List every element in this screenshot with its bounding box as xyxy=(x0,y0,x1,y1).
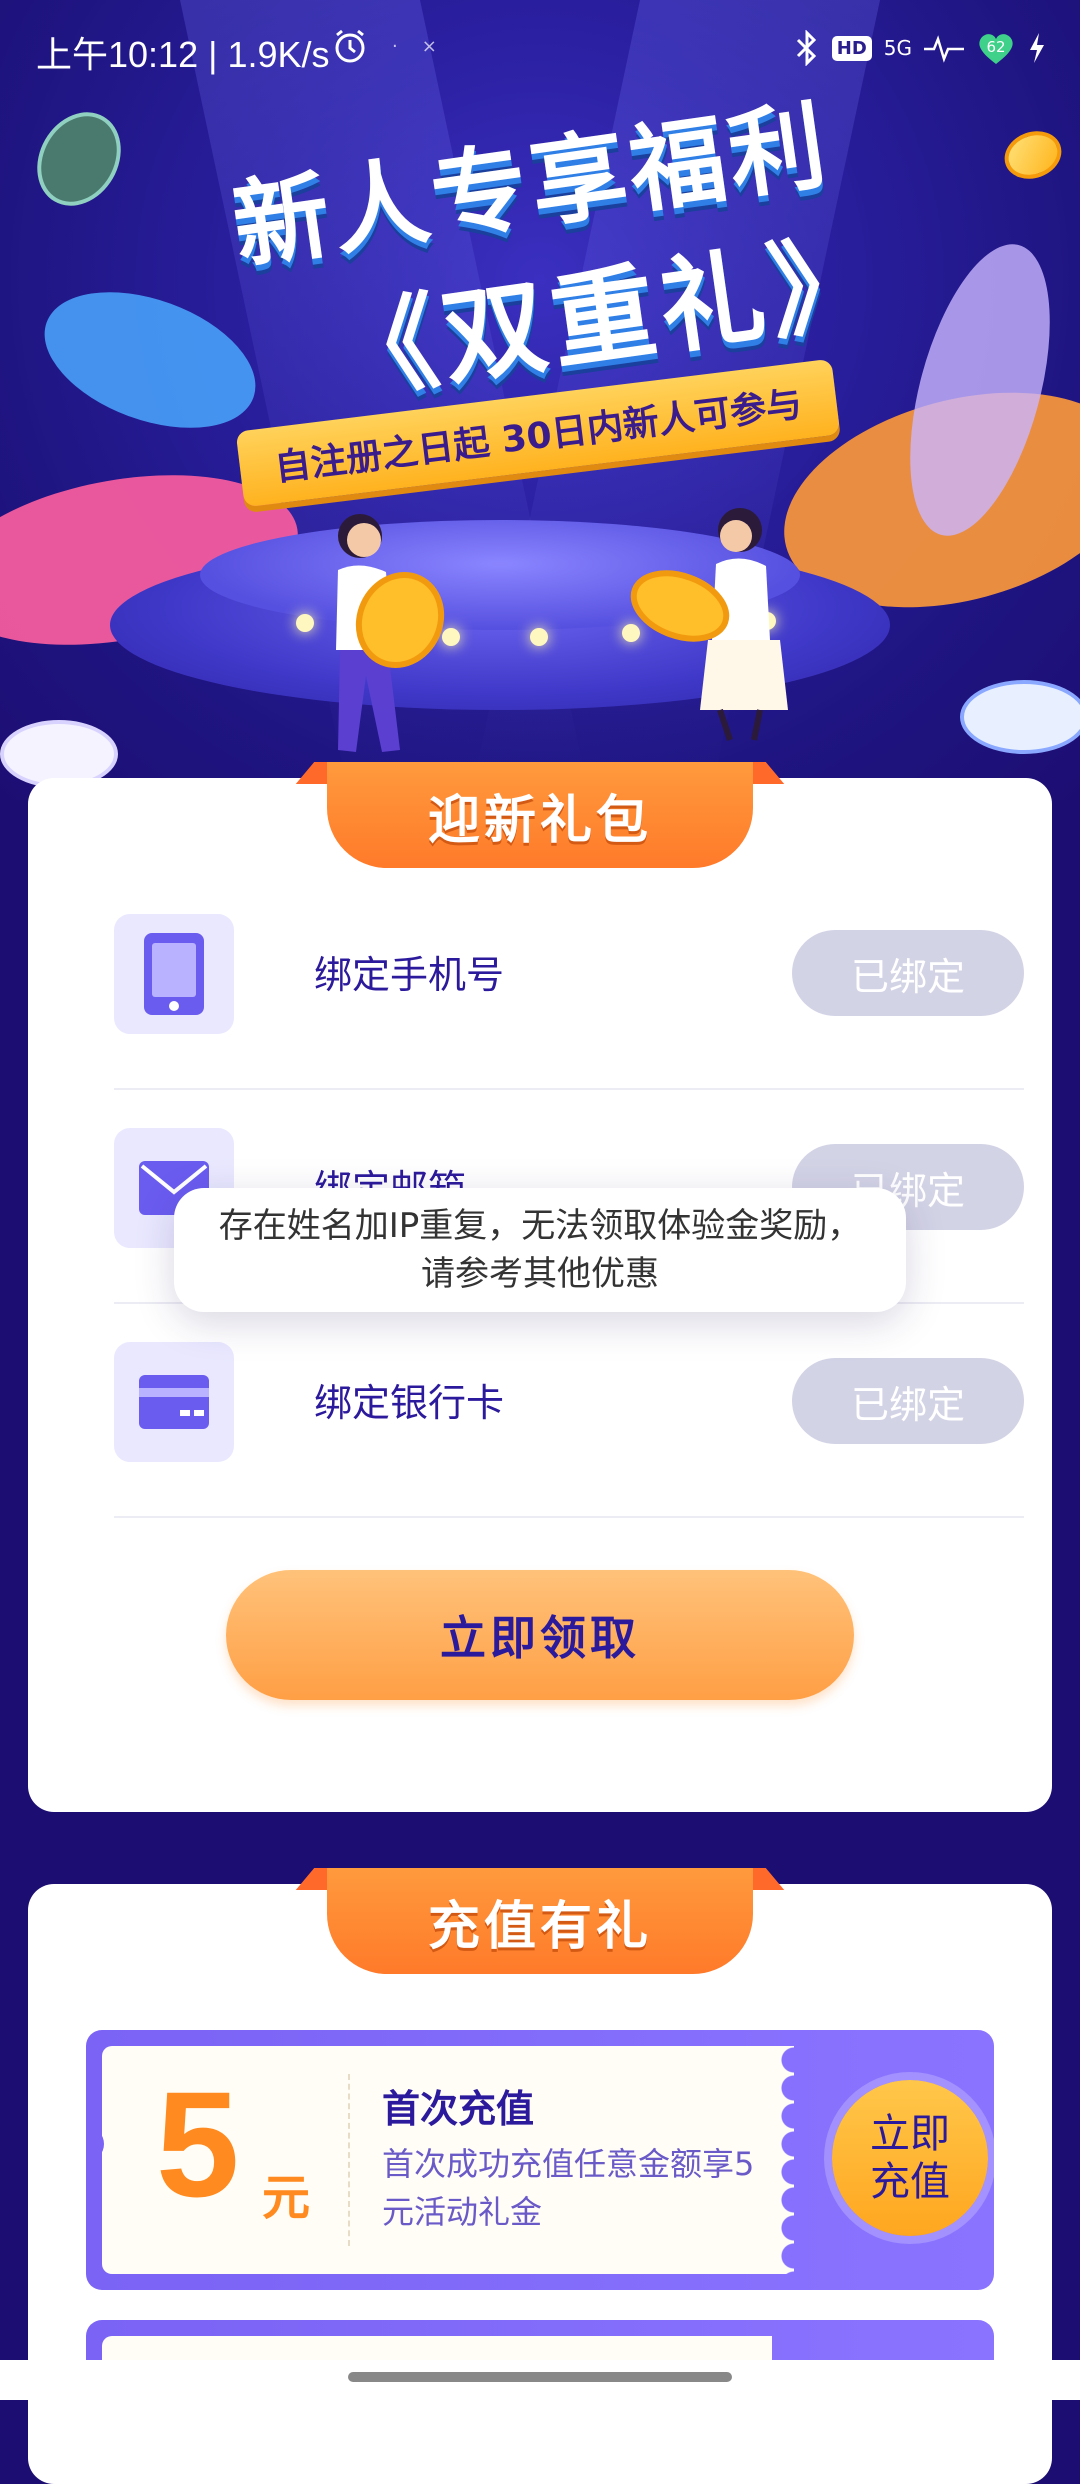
coupon-amount: 5 xyxy=(156,2060,240,2228)
alarm-icon xyxy=(335,29,365,63)
notification-icons: ·× xyxy=(392,36,461,57)
coupon-unit: 元 xyxy=(262,2170,311,2226)
phone-icon xyxy=(144,933,204,1015)
divider xyxy=(114,1516,1024,1518)
coupon-title: 首次充值 xyxy=(382,2087,535,2131)
bind-phone-label: 绑定手机号 xyxy=(314,953,505,997)
list-item: 绑定银行卡 已绑定 xyxy=(86,1304,1024,1518)
coin-icon xyxy=(997,123,1069,187)
recharge-now-button[interactable]: 立即充值 xyxy=(832,2080,988,2236)
heartrate-icon xyxy=(924,35,964,63)
card-header: 充值有礼 xyxy=(295,1868,785,1978)
status-bar: 上午10:12 | 1.9K/s ·× HD 5G 62 xyxy=(0,0,1080,96)
claim-now-button[interactable]: 立即领取 xyxy=(226,1570,854,1700)
bluetooth-icon xyxy=(796,30,816,66)
status-time: 上午10:12 | 1.9K/s xyxy=(36,34,330,75)
toast-message: 存在姓名加IP重复，无法领取体验金奖励，请参考其他优惠 xyxy=(174,1188,906,1312)
coupon-description: 首次成功充值任意金额享5元活动礼金 xyxy=(382,2145,755,2231)
bound-status-button[interactable]: 已绑定 xyxy=(792,930,1024,1016)
battery-icon: 62 xyxy=(976,30,1016,66)
card-icon xyxy=(139,1375,209,1429)
card-title: 充值有礼 xyxy=(427,1896,652,1957)
person-illustration xyxy=(336,514,445,752)
network-icon: 5G xyxy=(883,36,912,60)
list-item: 绑定手机号 已绑定 xyxy=(86,876,1024,1090)
home-indicator[interactable] xyxy=(348,2372,732,2382)
card-title: 迎新礼包 xyxy=(427,790,652,851)
hd-icon: HD xyxy=(831,35,872,61)
charging-icon xyxy=(1030,33,1044,63)
chip-icon xyxy=(20,97,138,221)
chip-icon xyxy=(960,680,1080,754)
bound-status-button[interactable]: 已绑定 xyxy=(792,1358,1024,1444)
card-header: 迎新礼包 xyxy=(295,762,785,872)
person-illustration xyxy=(630,508,788,741)
decor-blob xyxy=(26,265,274,455)
recharge-coupon: 5 元 首次充值 首次成功充值任意金额享5元活动礼金 立即充值 xyxy=(86,2030,994,2290)
bind-bank-card-label: 绑定银行卡 xyxy=(314,1381,505,1425)
promo-banner: 新人专享福利 《双重礼》 自注册之日起 30日内新人可参与 xyxy=(0,0,1080,800)
